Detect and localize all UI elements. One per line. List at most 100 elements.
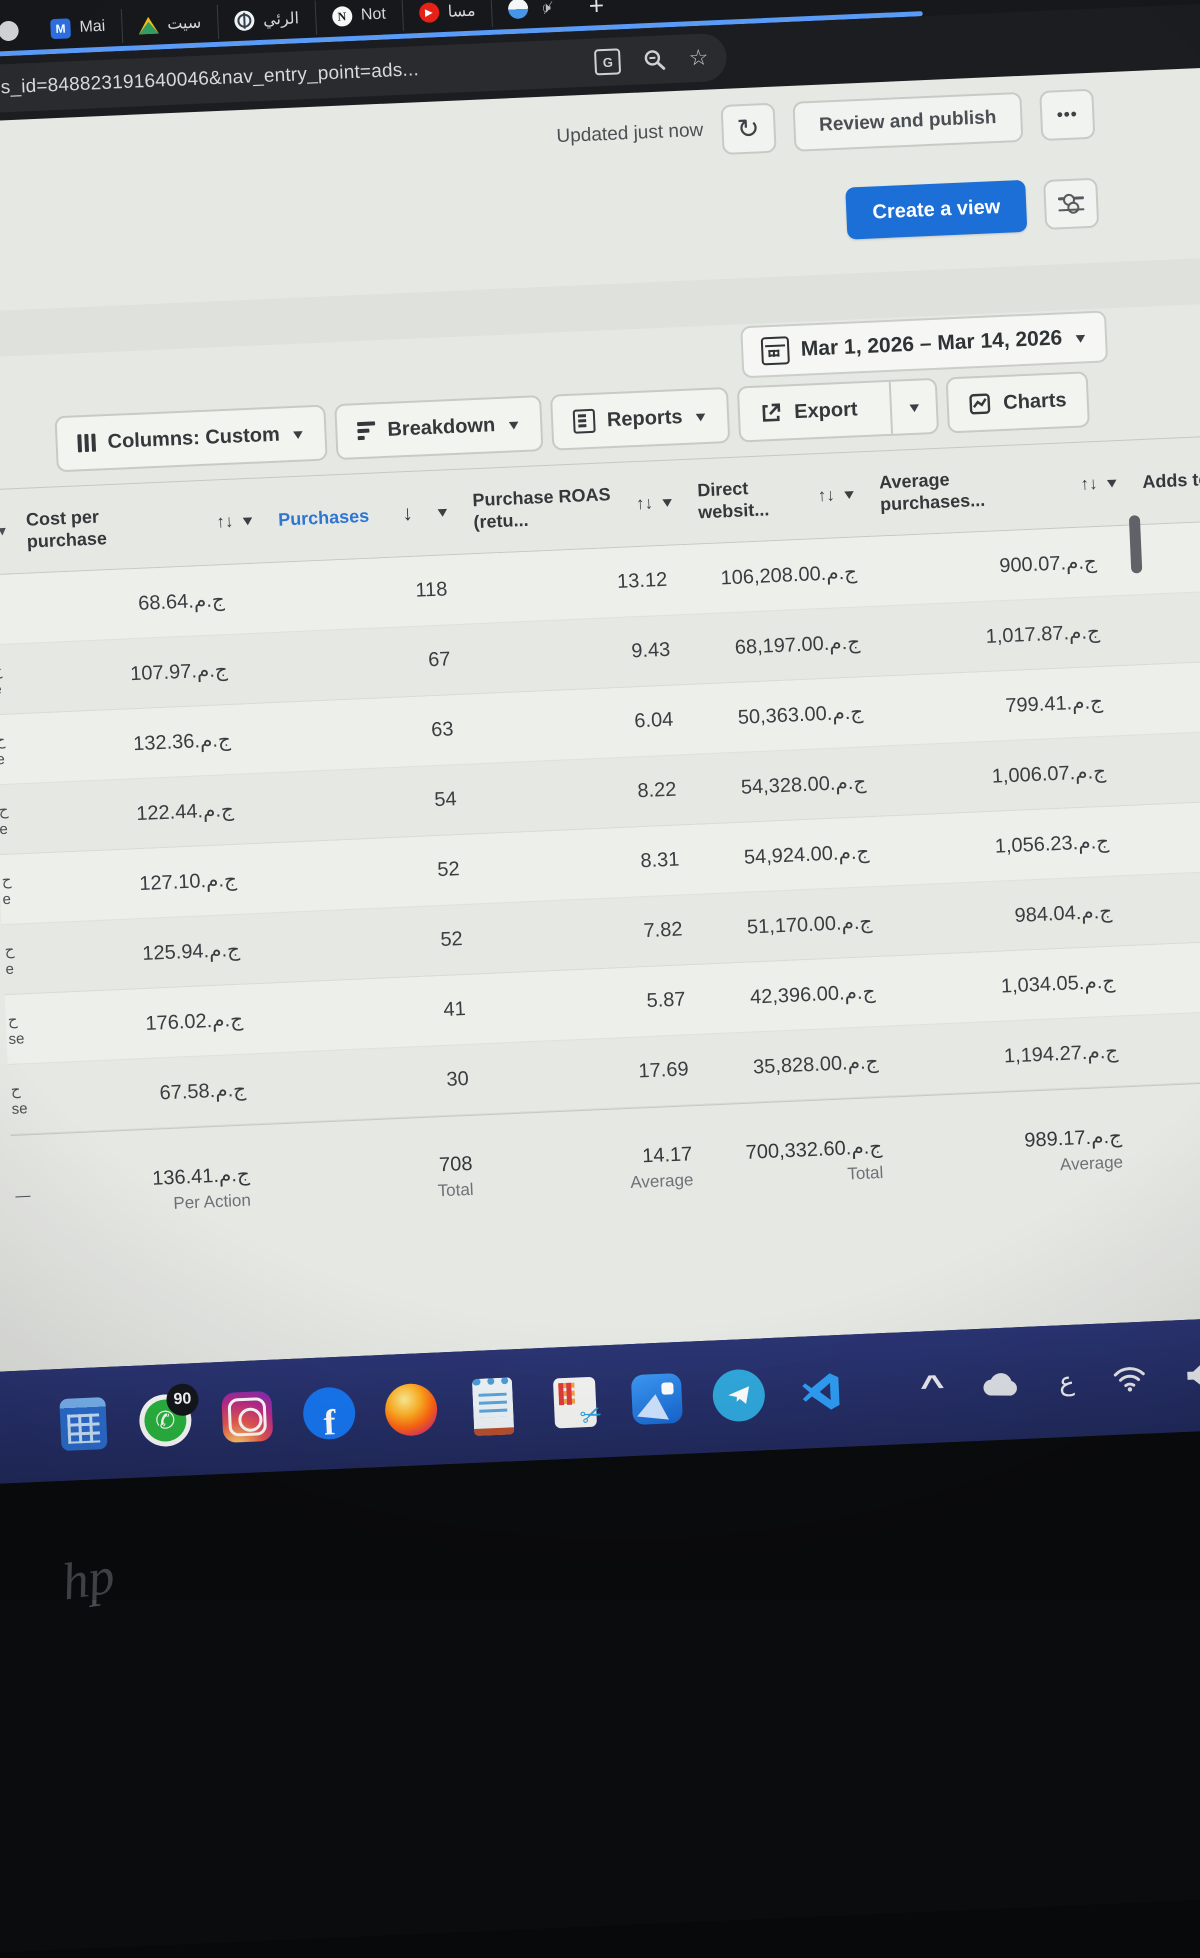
whatsapp-app-icon[interactable]: ✆ 90 [138,1393,192,1447]
create-view-row: Create a view [845,177,1099,240]
column-header-direct-website[interactable]: Direct websit... ↑↓▼ [682,452,867,544]
chevron-down-icon[interactable]: ▼ [841,486,858,503]
cell-average-purchases: 984.04.ج.م [883,875,1149,955]
totals-adds-to-cart [1155,1076,1200,1206]
tab-muted[interactable]: 🕩̸ [491,0,568,27]
vscode-app-icon[interactable] [794,1365,848,1419]
chevron-down-icon[interactable]: ▼ [659,494,676,511]
view-settings-button[interactable] [1043,178,1099,230]
reports-icon [572,409,595,434]
cell-direct-website: 68,197.00.ج.م [689,607,874,684]
cell-adds-to-cart [1139,725,1200,804]
cell-purchase-roas: 17.69 [482,1034,710,1113]
chevron-down-icon: ▼ [1072,330,1089,346]
truncated-status-frag: e [2,891,11,908]
tab-drive[interactable]: سيت [121,5,218,43]
bookmark-star-icon[interactable]: ☆ [688,47,709,70]
totals-purchase-roas: 14.17Average [485,1105,715,1235]
table-body: ح e 68.64.ج.م 118 13.12 106,208.00.ج.م 9… [0,515,1200,1135]
cell-cost-per-purchase: 68.64.ج.م [14,563,269,643]
truncated-name-cell: ح se [5,994,36,1064]
cell-purchase-roas: 13.12 [461,545,689,624]
translate-icon[interactable]: G [594,48,621,75]
cell-average-purchases: 1,006.07.ج.م [877,735,1143,815]
calendar-icon [760,336,789,365]
export-button[interactable]: Export [739,382,878,440]
totals-average-purchases: 989.17.ج.مAverage [892,1086,1160,1217]
charts-button[interactable]: Charts [946,371,1090,433]
cell-direct-website: 35,828.00.ج.م [707,1027,892,1104]
totals-purchases: 708Total [291,1115,491,1243]
sort-icon[interactable]: ↑↓ [636,493,654,515]
top-actions-row: Updated just now ↻ Review and publish ••… [555,89,1095,162]
laptop-bezel: hp [0,1422,1200,1958]
breakdown-button[interactable]: Breakdown ▼ [334,395,543,460]
tab-favicon-circle-icon [0,21,19,42]
instagram-app-icon[interactable] [220,1390,274,1444]
speaker-icon[interactable] [1184,1361,1200,1390]
cell-adds-to-cart [1149,935,1200,1014]
notion-icon: N [332,6,353,27]
cell-purchases: 30 [287,1044,485,1121]
tray-chevron-up-icon[interactable]: ^ [919,1369,945,1404]
snipping-tool-app-icon[interactable]: ✂ [548,1375,602,1429]
muted-speaker-icon: 🕩̸ [541,0,551,16]
chevron-down-icon: ▼ [693,408,710,424]
chevron-down-icon[interactable]: ▼ [434,504,451,521]
truncated-header-frag: ▾ [0,522,6,541]
url-text: iness_id=848823191640046&nav_entry_point… [0,59,419,101]
cell-average-purchases: 1,034.05.ج.م [886,945,1152,1025]
cell-adds-to-cart [1136,655,1200,734]
columns-button[interactable]: Columns: Custom ▼ [54,405,327,473]
reports-button[interactable]: Reports ▼ [550,387,731,451]
cell-purchases: 54 [275,765,473,842]
system-tray: ^ ع [921,1319,1200,1444]
tab-label: Not [361,6,387,25]
photos-app-icon[interactable] [630,1372,684,1426]
column-header-purchases[interactable]: Purchases ↓ ▼ [262,470,460,562]
cell-direct-website: 51,170.00.ج.م [701,887,886,964]
cell-purchases: 63 [272,695,470,772]
cell-direct-website: 106,208.00.ج.م [686,537,871,614]
telegram-app-icon[interactable] [712,1368,766,1422]
review-publish-button[interactable]: Review and publish [792,92,1023,152]
export-dropdown-button[interactable]: ▼ [888,380,937,434]
tab-notion[interactable]: N Not [314,0,402,35]
wifi-icon[interactable] [1112,1364,1147,1393]
cell-cost-per-purchase: 127.10.ج.م [27,843,282,923]
sort-icon[interactable]: ↑↓ [216,511,234,533]
tab-youtube[interactable]: ▶ مسا [401,0,492,31]
truncated-status-frag: se [11,1100,28,1118]
onedrive-cloud-icon[interactable] [978,1368,1021,1400]
more-options-button[interactable]: ••• [1039,89,1095,141]
totals-cost-per-purchase: 136.41.ج.مPer Action [39,1124,296,1255]
sort-icon[interactable]: ↑↓ [1080,473,1098,495]
cell-purchase-roas: 8.22 [470,755,698,834]
column-header-adds-to-cart[interactable]: Adds tc [1127,430,1200,524]
truncated-campaign-name-frag: ح [0,661,3,679]
zoom-icon[interactable] [642,47,667,72]
column-header-cost-per-purchase[interactable]: Cost per purchase ↑↓▼ [11,478,266,573]
firefox-app-icon[interactable] [384,1383,438,1437]
truncated-status-frag: e [0,821,8,838]
column-header-average-purchases[interactable]: Average purchases... ↑↓▼ [864,441,1130,536]
refresh-button[interactable]: ↻ [720,103,776,155]
tab-home[interactable]: الرئي [216,1,315,39]
chevron-down-icon[interactable]: ▼ [1104,475,1121,492]
more-icon: ••• [1056,104,1078,125]
refresh-icon: ↻ [736,113,760,145]
truncated-campaign-name-frag: ح [0,731,6,749]
create-view-button[interactable]: Create a view [845,180,1027,240]
chevron-down-icon: ▼ [906,399,923,415]
facebook-app-icon[interactable]: f [302,1386,356,1440]
calculator-app-icon[interactable] [56,1397,110,1451]
notepad-app-icon[interactable] [466,1379,520,1433]
sort-icon[interactable]: ↑↓ [817,485,835,507]
tab-mail[interactable]: M Mai [34,9,122,47]
chevron-down-icon[interactable]: ▼ [239,513,256,530]
tab-label: Mai [79,18,106,37]
column-header-purchase-roas[interactable]: Purchase ROAS (retu... ↑↓▼ [457,460,685,554]
cell-cost-per-purchase: 125.94.ج.م [30,913,285,993]
new-tab-button[interactable]: + [588,0,605,21]
language-indicator[interactable]: ع [1058,1365,1075,1397]
